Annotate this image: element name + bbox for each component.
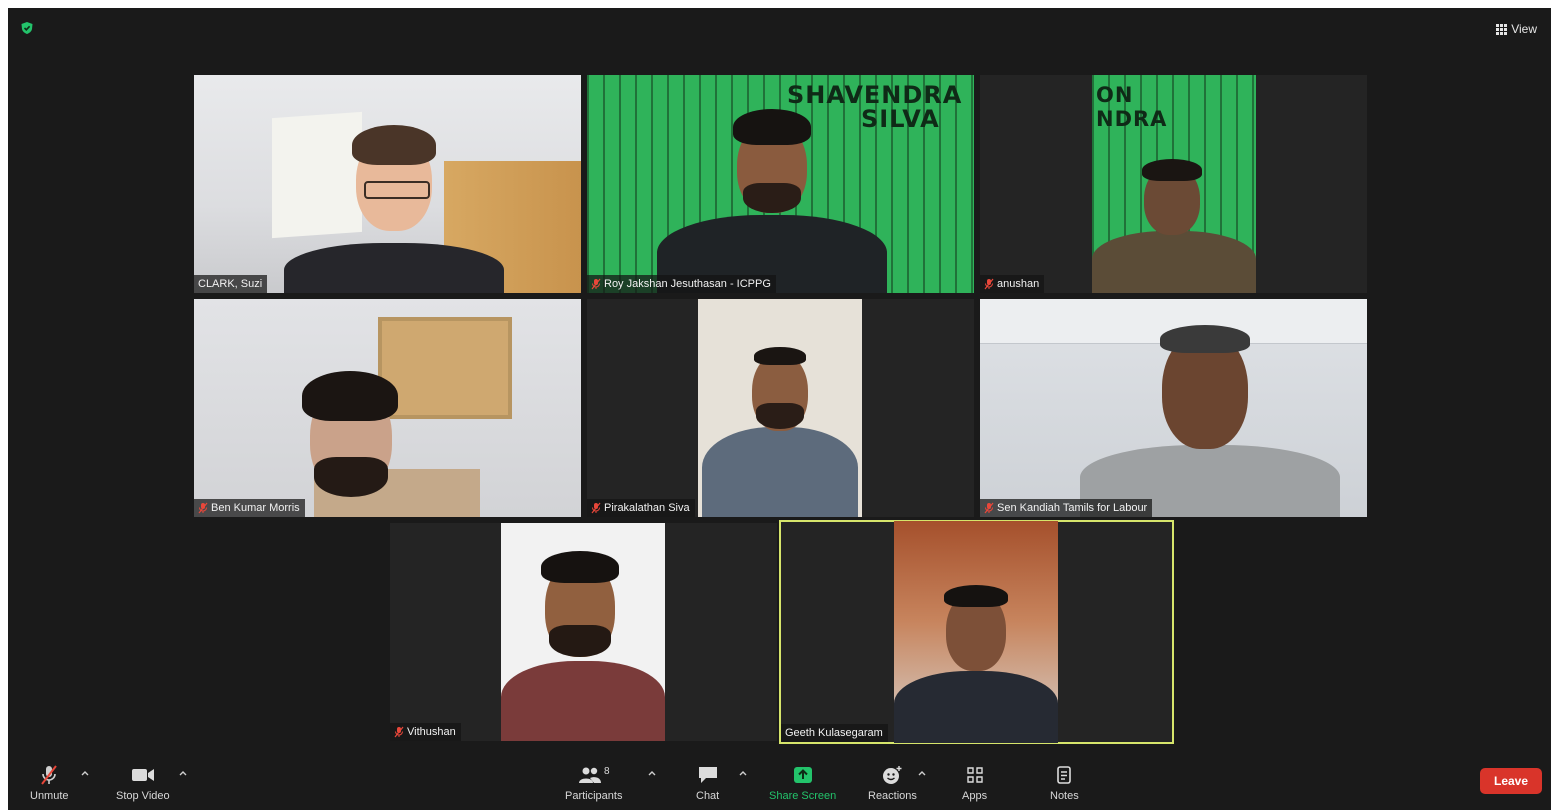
leave-button[interactable]: Leave xyxy=(1480,768,1542,794)
participant-nametag: Roy Jakshan Jesuthasan - ICPPG xyxy=(587,275,776,293)
video-feed xyxy=(894,521,1058,743)
chevron-up-icon[interactable] xyxy=(78,767,92,779)
meeting-toolbar: Unmute Stop Video 8 Participants Chat Sh… xyxy=(8,758,1551,810)
participant-figure xyxy=(657,109,887,293)
muted-mic-icon xyxy=(984,502,994,514)
video-feed xyxy=(194,75,581,293)
participant-name: Ben Kumar Morris xyxy=(211,502,300,514)
video-tile-sen-kandiah[interactable]: Sen Kandiah Tamils for Labour xyxy=(980,299,1367,517)
muted-mic-icon xyxy=(41,765,58,785)
meeting-window: View CLARK, Suzi SHAVENDRA SILVA Roy Jak… xyxy=(8,8,1551,810)
view-button[interactable]: View xyxy=(1496,22,1537,36)
participants-icon xyxy=(578,767,601,783)
participant-nametag: Ben Kumar Morris xyxy=(194,499,305,517)
chevron-up-icon[interactable] xyxy=(915,767,929,779)
share-screen-label: Share Screen xyxy=(769,790,837,802)
shield-check-icon[interactable] xyxy=(20,21,34,35)
unmute-label: Unmute xyxy=(30,790,69,802)
participants-count: 8 xyxy=(603,765,610,777)
video-feed xyxy=(698,299,862,517)
chevron-up-icon[interactable] xyxy=(176,767,190,779)
video-tile-ben-kumar-morris[interactable]: Ben Kumar Morris xyxy=(194,299,581,517)
stop-video-button[interactable]: Stop Video xyxy=(116,764,170,802)
reactions-label: Reactions xyxy=(868,790,917,802)
participant-name: Roy Jakshan Jesuthasan - ICPPG xyxy=(604,278,771,290)
participant-figure xyxy=(894,585,1058,743)
poster-text: ON NDRA xyxy=(1096,83,1167,131)
participants-label: Participants xyxy=(565,790,623,802)
video-tile-anushan[interactable]: ON NDRA anushan xyxy=(980,75,1367,293)
participant-nametag: anushan xyxy=(980,275,1045,293)
poster-line: NDRA xyxy=(1096,107,1168,131)
muted-mic-icon xyxy=(591,502,601,514)
chevron-up-icon[interactable] xyxy=(736,767,750,779)
chat-bubble-icon xyxy=(698,767,717,783)
muted-mic-icon xyxy=(198,502,208,514)
participant-nametag: Vithushan xyxy=(390,723,461,741)
chat-label: Chat xyxy=(696,790,720,802)
stop-video-label: Stop Video xyxy=(116,790,170,802)
video-tile-vithushan[interactable]: Vithushan xyxy=(390,523,777,741)
share-screen-icon xyxy=(793,767,812,783)
participant-name: Geeth Kulasegaram xyxy=(785,727,883,739)
participant-figure xyxy=(1092,159,1256,293)
chevron-up-icon[interactable] xyxy=(645,767,659,779)
grid-view-icon xyxy=(1496,23,1508,35)
smiley-plus-icon xyxy=(883,766,902,784)
video-feed xyxy=(980,299,1367,517)
participant-figure xyxy=(274,371,444,517)
participants-button[interactable]: 8 Participants xyxy=(565,764,623,803)
participant-nametag: Pirakalathan Siva xyxy=(587,499,695,517)
poster-line: SHAVENDRA xyxy=(787,81,963,109)
video-tile-pirakalathan-siva[interactable]: Pirakalathan Siva xyxy=(587,299,974,517)
apps-label: Apps xyxy=(962,790,988,802)
participant-nametag: Geeth Kulasegaram xyxy=(781,724,888,742)
video-feed: SHAVENDRA SILVA xyxy=(587,75,974,293)
muted-mic-icon xyxy=(394,726,404,738)
participant-name: CLARK, Suzi xyxy=(198,278,263,290)
muted-mic-icon xyxy=(591,278,601,290)
participant-name: Pirakalathan Siva xyxy=(604,502,690,514)
poster-line: ON xyxy=(1096,83,1134,107)
apps-icon xyxy=(966,767,983,783)
notes-label: Notes xyxy=(1050,790,1079,802)
participant-nametag: CLARK, Suzi xyxy=(194,275,268,293)
reactions-button[interactable]: Reactions xyxy=(868,764,917,802)
video-feed: ON NDRA xyxy=(1092,75,1256,293)
video-tile-geeth-kulasegaram-active-speaker[interactable]: Geeth Kulasegaram xyxy=(779,520,1174,744)
video-feed xyxy=(501,523,665,741)
participant-figure xyxy=(1080,325,1340,517)
share-screen-button[interactable]: Share Screen xyxy=(769,764,836,802)
participant-figure xyxy=(698,347,862,517)
participant-figure xyxy=(501,551,665,741)
video-tile-roy-jakshan[interactable]: SHAVENDRA SILVA Roy Jakshan Jesuthasan -… xyxy=(587,75,974,293)
participant-figure xyxy=(284,123,504,293)
notes-button[interactable]: Notes xyxy=(1050,764,1079,802)
view-label: View xyxy=(1511,22,1537,36)
participant-nametag: Sen Kandiah Tamils for Labour xyxy=(980,499,1153,517)
apps-button[interactable]: Apps xyxy=(962,764,987,802)
video-tile-clark-suzi[interactable]: CLARK, Suzi xyxy=(194,75,581,293)
muted-mic-icon xyxy=(984,278,994,290)
participant-name: Sen Kandiah Tamils for Labour xyxy=(997,502,1148,514)
notes-icon xyxy=(1057,766,1072,784)
participant-name: anushan xyxy=(997,278,1040,290)
video-camera-icon xyxy=(131,769,154,781)
participant-name: Vithushan xyxy=(407,726,456,738)
video-feed xyxy=(194,299,581,517)
chat-button[interactable]: Chat xyxy=(696,764,719,802)
unmute-button[interactable]: Unmute xyxy=(30,764,69,802)
